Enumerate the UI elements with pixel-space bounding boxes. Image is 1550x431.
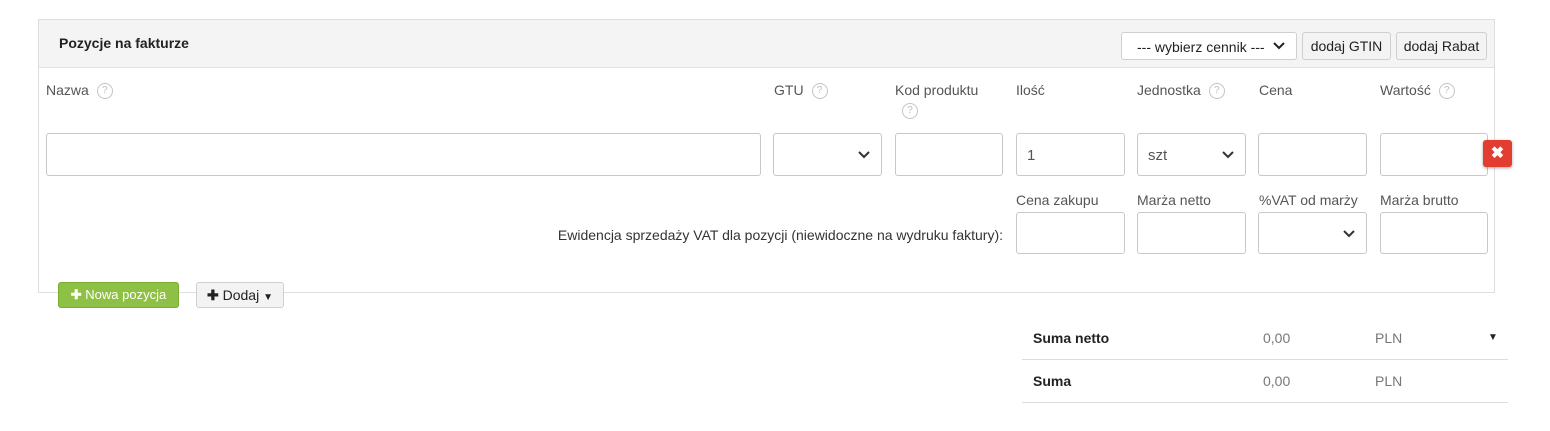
summary-currency: PLN	[1375, 373, 1403, 389]
summary-label: Suma	[1033, 373, 1072, 389]
purchase-price-label: Cena zakupu	[1016, 192, 1099, 208]
caret-down-icon: ▼	[263, 292, 273, 303]
vat-record-label: Ewidencja sprzedaży VAT dla pozycji (nie…	[557, 227, 1003, 243]
add-gtin-button[interactable]: dodaj GTIN	[1302, 32, 1391, 60]
column-unit: Jednostka?	[1137, 82, 1225, 100]
add-dropdown-button[interactable]: ✚ Dodaj ▼	[196, 282, 284, 308]
column-price: Cena	[1259, 82, 1292, 98]
chevron-down-icon	[858, 151, 870, 159]
quantity-value: 1	[1027, 147, 1036, 164]
gross-margin-input[interactable]	[1380, 212, 1488, 254]
close-icon: ✖	[1490, 145, 1505, 162]
column-product-code-label: Kod produktu	[895, 82, 979, 98]
vat-of-margin-label: %VAT od marży	[1259, 192, 1358, 208]
summary-label: Suma netto	[1033, 330, 1110, 346]
column-unit-label: Jednostka	[1137, 82, 1201, 98]
column-value: Wartość?	[1380, 82, 1455, 100]
pricelist-select-value: --- wybierz cennik ---	[1137, 39, 1265, 55]
column-quantity-label: Ilość	[1016, 82, 1045, 98]
chevron-down-icon	[1222, 151, 1234, 159]
question-circle-icon[interactable]: ?	[902, 103, 918, 119]
value-input[interactable]	[1380, 133, 1488, 176]
pricelist-select[interactable]: --- wybierz cennik ---	[1121, 32, 1297, 60]
summary-currency: PLN	[1375, 330, 1403, 346]
question-circle-icon[interactable]: ?	[1438, 83, 1455, 100]
panel-title: Pozycje na fakturze	[59, 35, 189, 51]
new-item-label: Nowa pozycja	[85, 287, 167, 302]
price-input[interactable]	[1258, 133, 1367, 176]
delete-item-button[interactable]: ✖	[1483, 140, 1512, 167]
new-item-button[interactable]: ✚ Nowa pozycja	[58, 282, 179, 308]
column-quantity: Ilość	[1016, 82, 1045, 98]
column-value-label: Wartość	[1380, 82, 1431, 98]
column-gtu: GTU?	[774, 82, 828, 100]
plus-icon: ✚	[206, 287, 219, 303]
summary-value: 0,00	[1263, 373, 1291, 389]
add-label: Dodaj	[222, 287, 260, 303]
add-discount-button[interactable]: dodaj Rabat	[1396, 32, 1487, 60]
vat-of-margin-select[interactable]	[1258, 212, 1367, 254]
question-circle-icon[interactable]: ?	[811, 83, 828, 100]
caret-down-icon[interactable]: ▼	[1488, 332, 1498, 343]
summary-row-total: Suma 0,00 PLN	[1022, 361, 1508, 403]
net-margin-label: Marża netto	[1137, 192, 1211, 208]
item-name-input[interactable]	[46, 133, 761, 176]
column-gtu-label: GTU	[774, 82, 804, 98]
unit-select[interactable]: szt	[1137, 133, 1246, 176]
question-circle-icon[interactable]: ?	[96, 83, 113, 100]
unit-select-value: szt	[1148, 147, 1168, 164]
column-product-code: Kod produktu	[895, 82, 978, 98]
product-code-input[interactable]	[895, 133, 1003, 176]
plus-icon: ✚	[70, 287, 82, 302]
column-price-label: Cena	[1259, 82, 1293, 98]
chevron-down-icon	[1273, 42, 1285, 50]
quantity-input[interactable]: 1	[1016, 133, 1125, 176]
gtu-select[interactable]	[773, 133, 882, 176]
summary-value: 0,00	[1263, 330, 1291, 346]
purchase-price-input[interactable]	[1016, 212, 1125, 254]
question-circle-icon[interactable]: ?	[1208, 83, 1225, 100]
column-name: Nazwa?	[46, 82, 113, 100]
column-name-label: Nazwa	[46, 82, 89, 98]
net-margin-input[interactable]	[1137, 212, 1246, 254]
panel-header: Pozycje na fakturze --- wybierz cennik -…	[39, 20, 1494, 68]
summary-row-net: Suma netto 0,00 PLN ▼	[1022, 318, 1508, 360]
chevron-down-icon	[1343, 230, 1355, 238]
gross-margin-label: Marża brutto	[1380, 192, 1459, 208]
